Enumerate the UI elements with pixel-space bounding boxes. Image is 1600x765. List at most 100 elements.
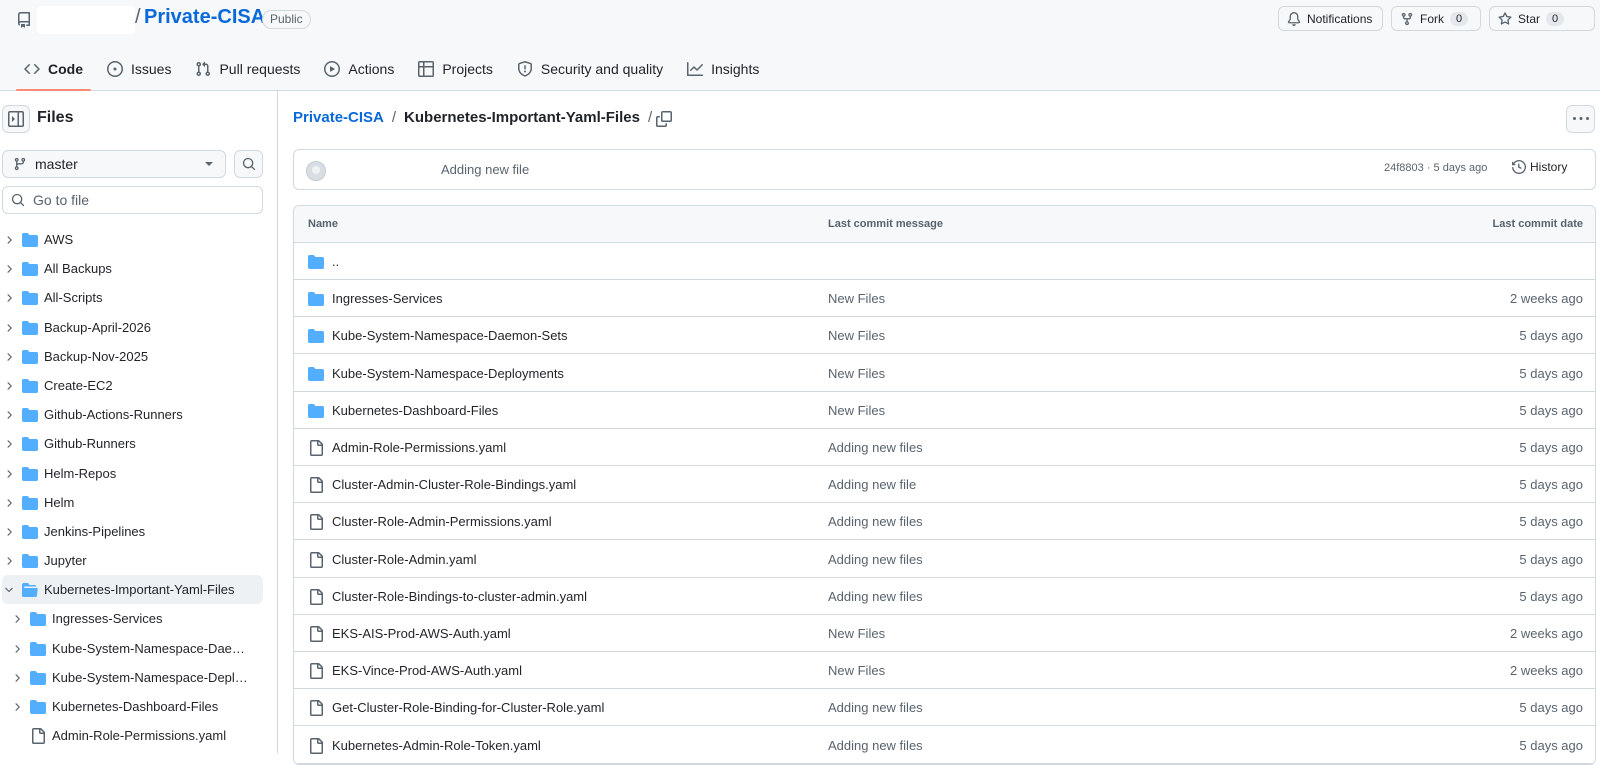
tree-item[interactable]: AWS — [0, 225, 278, 254]
chevron-right-icon[interactable] — [11, 672, 23, 684]
latest-commit-meta[interactable]: 24f8803 · 5 days ago — [1384, 162, 1487, 174]
chevron-right-icon[interactable] — [3, 292, 15, 304]
tree-item[interactable]: Kubernetes-Dashboard-Files — [0, 692, 278, 721]
file-name-link[interactable]: Cluster-Admin-Cluster-Role-Bindings.yaml — [332, 477, 576, 492]
tree-item[interactable]: Kube-System-Namespace-Deplo… — [0, 663, 278, 692]
tree-item[interactable]: Jenkins-Pipelines — [0, 517, 278, 546]
avatar[interactable] — [306, 161, 326, 181]
table-row[interactable]: EKS-Vince-Prod-AWS-Auth.yaml New Files 2 w… — [294, 652, 1595, 690]
table-row[interactable]: Admin-Role-Permissions.yaml Adding new fi… — [294, 429, 1595, 466]
table-row[interactable]: Cluster-Role-Admin.yaml Adding new files 5… — [294, 541, 1595, 578]
file-name-link[interactable]: EKS-Vince-Prod-AWS-Auth.yaml — [332, 663, 522, 678]
tree-item[interactable]: All-Scripts — [0, 283, 278, 312]
commit-message-link[interactable]: Adding new files — [828, 738, 923, 753]
tree-item[interactable]: Backup-April-2026 — [0, 313, 278, 342]
file-name-link[interactable]: .. — [332, 254, 339, 269]
file-name-link[interactable]: Kube-System-Namespace-Deployments — [332, 366, 564, 381]
tree-item[interactable]: Create-EC2 — [0, 371, 278, 400]
fork-button[interactable]: Fork 0 — [1391, 6, 1481, 31]
more-options-button[interactable] — [1566, 105, 1595, 133]
table-row[interactable]: Get-Cluster-Role-Binding-for-Cluster-Rol… — [294, 689, 1595, 727]
notifications-button[interactable]: Notifications — [1278, 6, 1383, 31]
file-name-link[interactable]: EKS-AIS-Prod-AWS-Auth.yaml — [332, 626, 511, 641]
fork-label: Fork — [1420, 11, 1444, 26]
commit-message-link[interactable]: New Files — [828, 403, 885, 418]
chevron-right-icon[interactable] — [3, 497, 15, 509]
table-row[interactable]: Kubernetes-Admin-Role-Token.yaml Adding n… — [294, 727, 1595, 764]
commit-message-link[interactable]: New Files — [828, 291, 885, 306]
latest-commit-message[interactable]: Adding new file — [441, 162, 529, 177]
table-row[interactable]: .. — [294, 243, 1595, 280]
file-name-link[interactable]: Kube-System-Namespace-Daemon-Sets — [332, 328, 568, 343]
tree-item[interactable]: Kube-System-Namespace-Daem… — [0, 634, 278, 663]
chevron-right-icon[interactable] — [3, 263, 15, 275]
tree-item[interactable]: Helm — [0, 488, 278, 517]
chevron-right-icon[interactable] — [11, 613, 23, 625]
table-row[interactable]: Cluster-Role-Admin-Permissions.yaml Addin… — [294, 503, 1595, 541]
branch-selector[interactable]: master — [2, 150, 226, 178]
file-name-link[interactable]: Kubernetes-Dashboard-Files — [332, 403, 498, 418]
file-name-link[interactable]: Ingresses-Services — [332, 291, 443, 306]
table-row[interactable]: Kubernetes-Dashboard-Files New Files 5 day… — [294, 392, 1595, 429]
tree-item[interactable]: All Backups — [0, 254, 278, 283]
chevron-down-icon[interactable] — [3, 584, 15, 596]
tab-code[interactable]: Code — [16, 50, 91, 91]
tree-item[interactable]: Kubernetes-Important-Yaml-Files — [2, 575, 263, 605]
file-name-link[interactable]: Kubernetes-Admin-Role-Token.yaml — [332, 738, 541, 753]
commit-message-link[interactable]: Adding new files — [828, 514, 923, 529]
commit-message-link[interactable]: Adding new files — [828, 440, 923, 455]
owner-name-redacted[interactable] — [37, 6, 135, 34]
chevron-right-icon[interactable] — [3, 351, 15, 363]
tab-insights[interactable]: Insights — [679, 50, 767, 88]
chevron-right-icon[interactable] — [3, 438, 15, 450]
chevron-right-icon[interactable] — [3, 555, 15, 567]
history-button[interactable]: History — [1512, 160, 1567, 174]
commit-message-link[interactable]: Adding new files — [828, 700, 923, 715]
table-row[interactable]: Kube-System-Namespace-Daemon-Sets New Fil… — [294, 317, 1595, 355]
file-name-link[interactable]: Cluster-Role-Bindings-to-cluster-admin.y… — [332, 589, 587, 604]
tab-issues[interactable]: Issues — [99, 50, 179, 88]
chevron-right-icon[interactable] — [3, 380, 15, 392]
commit-message-link[interactable]: New Files — [828, 366, 885, 381]
file-name-link[interactable]: Cluster-Role-Admin-Permissions.yaml — [332, 514, 552, 529]
commit-message-link[interactable]: Adding new files — [828, 552, 923, 567]
copy-icon[interactable] — [656, 111, 672, 127]
file-name-link[interactable]: Get-Cluster-Role-Binding-for-Cluster-Rol… — [332, 700, 604, 715]
tab-pull-requests[interactable]: Pull requests — [187, 50, 308, 88]
tree-item[interactable]: Jupyter — [0, 546, 278, 575]
table-row[interactable]: Ingresses-Services New Files 2 weeks ago — [294, 280, 1595, 318]
tab-security[interactable]: Security and quality — [509, 50, 671, 88]
chevron-right-icon[interactable] — [3, 409, 15, 421]
file-name-link[interactable]: Cluster-Role-Admin.yaml — [332, 552, 476, 567]
commit-message-link[interactable]: Adding new file — [828, 477, 916, 492]
table-row[interactable]: Cluster-Role-Bindings-to-cluster-admin.y… — [294, 578, 1595, 615]
tab-projects[interactable]: Projects — [410, 50, 501, 88]
chevron-right-icon[interactable] — [11, 701, 23, 713]
collapse-sidebar-button[interactable] — [2, 105, 30, 133]
commit-message-link[interactable]: New Files — [828, 663, 885, 678]
table-row[interactable]: EKS-AIS-Prod-AWS-Auth.yaml New Files 2 wee… — [294, 615, 1595, 652]
search-files-button[interactable] — [234, 150, 263, 178]
commit-message-link[interactable]: New Files — [828, 626, 885, 641]
tree-item[interactable]: Github-Runners — [0, 429, 278, 458]
tree-item[interactable]: Helm-Repos — [0, 459, 278, 488]
chevron-right-icon[interactable] — [3, 322, 15, 334]
commit-message-link[interactable]: Adding new files — [828, 589, 923, 604]
repo-name-link[interactable]: Private-CISA — [144, 6, 265, 29]
tree-item[interactable]: Admin-Role-Permissions.yaml — [0, 721, 278, 750]
tree-item[interactable]: Github-Actions-Runners — [0, 400, 278, 429]
table-row[interactable]: Kube-System-Namespace-Deployments New Fil… — [294, 355, 1595, 392]
file-name-link[interactable]: Admin-Role-Permissions.yaml — [332, 440, 506, 455]
chevron-right-icon[interactable] — [3, 526, 15, 538]
go-to-file-input[interactable] — [33, 192, 253, 208]
tree-item[interactable]: Backup-Nov-2025 — [0, 342, 278, 371]
tree-item[interactable]: Ingresses-Services — [0, 604, 278, 633]
commit-message-link[interactable]: New Files — [828, 328, 885, 343]
chevron-right-icon[interactable] — [3, 468, 15, 480]
tab-actions[interactable]: Actions — [316, 50, 402, 88]
star-button[interactable]: Star 0 — [1489, 6, 1595, 31]
breadcrumb-repo-link[interactable]: Private-CISA — [293, 109, 384, 126]
table-row[interactable]: Cluster-Admin-Cluster-Role-Bindings.yaml… — [294, 466, 1595, 504]
chevron-right-icon[interactable] — [3, 234, 15, 246]
chevron-right-icon[interactable] — [11, 643, 23, 655]
